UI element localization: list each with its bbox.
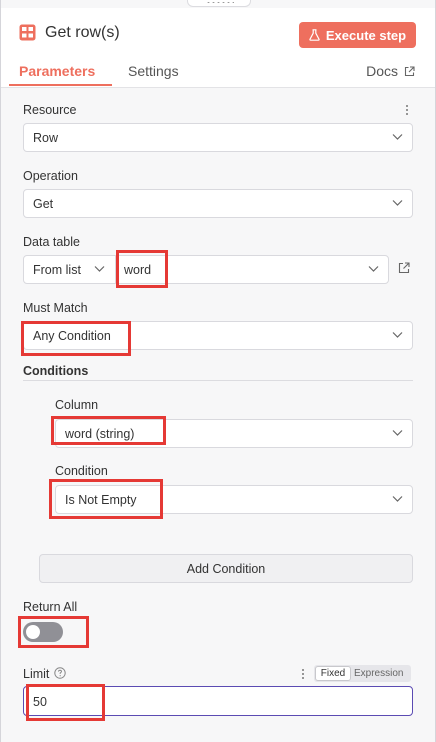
chevron-down-icon — [368, 266, 379, 272]
must-match-select[interactable]: Any Condition — [23, 321, 413, 350]
data-table-value: word — [124, 263, 152, 277]
help-circle-icon[interactable] — [54, 667, 66, 679]
resource-select[interactable]: Row — [23, 123, 413, 152]
toggle-knob — [26, 625, 40, 639]
docs-label: Docs — [366, 63, 398, 79]
chevron-down-icon — [392, 496, 403, 502]
add-condition-label: Add Condition — [186, 561, 266, 576]
flask-icon — [309, 29, 320, 41]
column-select[interactable]: word (string) — [55, 419, 413, 448]
fixed-mode-button[interactable]: Fixed — [315, 666, 351, 681]
external-link-icon[interactable] — [398, 262, 410, 274]
return-all-label: Return All — [23, 600, 78, 614]
execute-step-button[interactable]: Execute step — [299, 22, 416, 48]
node-title[interactable]: Get row(s) — [45, 24, 120, 42]
expression-mode-button[interactable]: Expression — [354, 668, 403, 679]
tab-parameters[interactable]: Parameters — [19, 63, 95, 79]
must-match-value: Any Condition — [33, 329, 111, 343]
tab-settings[interactable]: Settings — [128, 63, 179, 79]
limit-label: Limit — [23, 667, 50, 681]
more-vertical-icon[interactable] — [301, 668, 305, 680]
value-mode-switch: Fixed Expression — [314, 665, 411, 682]
limit-input[interactable]: 50 — [23, 686, 413, 716]
conditions-label: Conditions — [23, 364, 89, 378]
active-tab-indicator — [9, 84, 112, 86]
fixed-mode-label: Fixed — [320, 668, 346, 679]
resource-value: Row — [33, 131, 59, 145]
execute-step-label: Execute step — [325, 27, 407, 43]
must-match-label: Must Match — [23, 301, 88, 315]
data-table-select[interactable]: From list word — [23, 255, 389, 284]
node-parameters-panel: Get row(s) Execute step Parameters Setti… — [0, 0, 436, 742]
operation-value: Get — [33, 197, 54, 211]
table-icon — [19, 24, 36, 41]
conditions-divider — [23, 380, 413, 381]
operation-label: Operation — [23, 169, 78, 183]
resource-label: Resource — [23, 103, 77, 117]
condition-value: Is Not Empty — [65, 493, 137, 507]
more-vertical-icon[interactable] — [405, 104, 409, 116]
condition-label: Condition — [55, 464, 108, 478]
panel-header: Get row(s) Execute step Parameters Setti… — [1, 8, 435, 88]
mode-divider — [115, 255, 116, 284]
operation-select[interactable]: Get — [23, 189, 413, 218]
column-value: word (string) — [65, 427, 135, 441]
condition-select[interactable]: Is Not Empty — [55, 485, 413, 514]
chevron-down-icon — [392, 134, 403, 140]
return-all-toggle[interactable] — [23, 622, 63, 642]
add-condition-button[interactable]: Add Condition — [39, 554, 413, 583]
chevron-down-icon[interactable] — [94, 265, 105, 273]
limit-value: 50 — [33, 695, 47, 709]
external-link-icon — [404, 65, 415, 76]
data-table-label: Data table — [23, 235, 80, 249]
chevron-down-icon — [392, 200, 403, 206]
docs-link[interactable]: Docs — [366, 63, 415, 79]
chevron-down-icon — [392, 430, 403, 436]
drag-handle[interactable] — [187, 0, 251, 7]
column-label: Column — [55, 398, 99, 412]
chevron-down-icon — [392, 332, 403, 338]
data-table-mode[interactable]: From list — [33, 263, 81, 277]
